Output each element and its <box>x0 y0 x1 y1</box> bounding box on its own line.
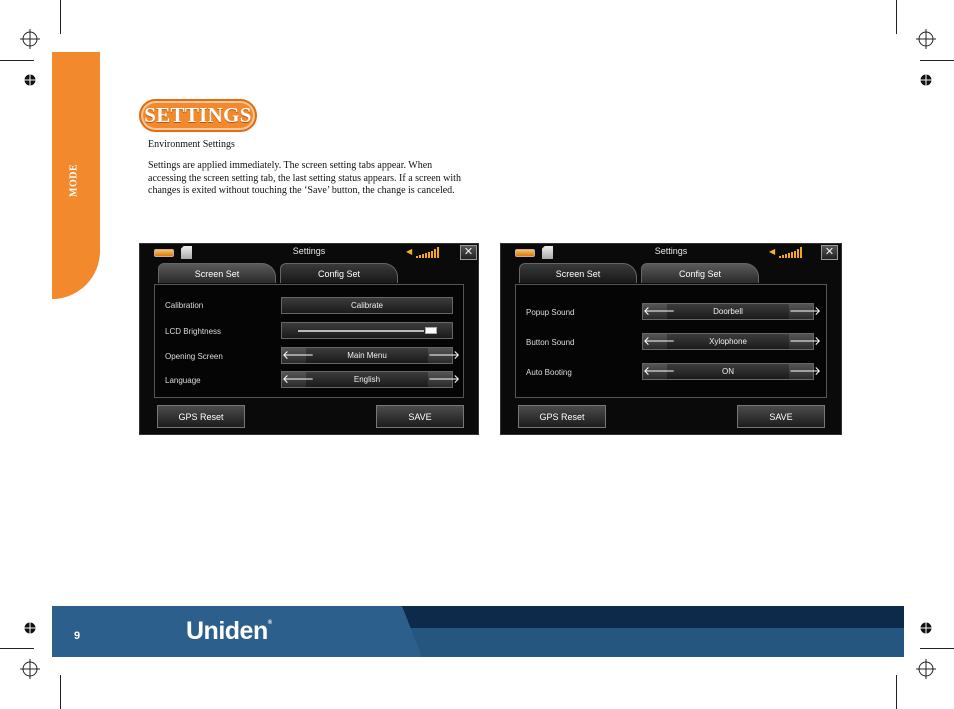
arrow-right-icon[interactable]: 🡒 <box>428 372 460 387</box>
status-bar: Settings ◀ ✕ <box>501 244 841 260</box>
save-button[interactable]: SAVE <box>376 405 464 428</box>
brightness-slider[interactable] <box>281 322 453 339</box>
screen-set-screenshot: Settings ◀ ✕ Screen Set Config Set Calib… <box>139 243 479 435</box>
crop-mark <box>920 648 954 649</box>
row-label-calibration: Calibration <box>165 301 204 310</box>
tab-screen-set[interactable]: Screen Set <box>519 263 637 283</box>
section-heading: SETTINGS <box>144 103 252 127</box>
registration-dot-icon <box>24 74 36 86</box>
brightness-slider-knob[interactable] <box>425 327 437 334</box>
chapter-side-tab-label: MODE <box>68 163 80 197</box>
signal-strength-icon <box>416 247 439 258</box>
save-button[interactable]: SAVE <box>737 405 825 428</box>
registration-dot-icon <box>920 74 932 86</box>
popup-sound-value: Doorbell <box>713 307 743 316</box>
registration-dot-icon <box>24 622 36 634</box>
auto-booting-value: ON <box>722 367 734 376</box>
arrow-right-icon[interactable]: 🡒 <box>789 364 821 379</box>
language-selector: 🡐 English 🡒 <box>281 371 460 388</box>
crop-mark <box>60 0 61 34</box>
row-label-button-sound: Button Sound <box>526 338 575 347</box>
tab-config-set[interactable]: Config Set <box>280 263 398 283</box>
button-sound-value: Xylophone <box>709 337 747 346</box>
opening-screen-value: Main Menu <box>347 351 387 360</box>
auto-booting-selector: 🡐 ON 🡒 <box>642 363 821 380</box>
registration-mark-icon <box>20 659 40 679</box>
language-value: English <box>353 375 381 384</box>
crop-mark <box>920 60 954 61</box>
arrow-right-icon[interactable]: 🡒 <box>789 304 821 319</box>
brightness-slider-track <box>298 330 424 332</box>
crop-mark <box>896 675 897 709</box>
row-label-opening-screen: Opening Screen <box>165 352 223 361</box>
config-set-screenshot: Settings ◀ ✕ Screen Set Config Set Popup… <box>500 243 842 435</box>
page-number: 9 <box>74 630 81 642</box>
arrow-right-icon[interactable]: 🡒 <box>428 348 460 363</box>
registration-mark-icon <box>916 659 936 679</box>
volume-icon: ◀ <box>406 247 413 256</box>
registered-mark: ® <box>267 620 272 626</box>
subheading: Environment Settings <box>148 139 235 150</box>
brand-name: Uniden <box>186 617 268 645</box>
signal-strength-icon <box>779 247 802 258</box>
crop-mark <box>0 648 34 649</box>
footer-band <box>400 628 904 657</box>
opening-screen-selector: 🡐 Main Menu 🡒 <box>281 347 460 364</box>
row-label-auto-booting: Auto Booting <box>526 368 572 377</box>
button-sound-selector: 🡐 Xylophone 🡒 <box>642 333 821 350</box>
calibrate-button-label: Calibrate <box>350 301 383 310</box>
registration-mark-icon <box>20 29 40 49</box>
body-paragraph: Settings are applied immediately. The sc… <box>148 160 461 196</box>
volume-icon: ◀ <box>769 247 776 256</box>
close-button[interactable]: ✕ <box>821 245 838 260</box>
crop-mark <box>60 675 61 709</box>
tab-screen-set[interactable]: Screen Set <box>158 263 276 283</box>
settings-panel: Calibration Calibrate LCD Brightness Ope… <box>154 284 464 398</box>
brand-logo: Uniden® <box>186 617 272 646</box>
row-label-popup-sound: Popup Sound <box>526 308 575 317</box>
registration-dot-icon <box>920 622 932 634</box>
popup-sound-selector: 🡐 Doorbell 🡒 <box>642 303 821 320</box>
row-label-lcd-brightness: LCD Brightness <box>165 327 222 336</box>
section-heading-badge: SETTINGS <box>139 99 257 132</box>
arrow-right-icon[interactable]: 🡒 <box>789 334 821 349</box>
crop-mark <box>896 0 897 34</box>
calibrate-button[interactable]: Calibrate <box>281 297 453 314</box>
gps-reset-button[interactable]: GPS Reset <box>518 405 606 428</box>
crop-mark <box>0 60 34 61</box>
status-bar: Settings ◀ ✕ <box>140 244 478 260</box>
gps-reset-button[interactable]: GPS Reset <box>157 405 245 428</box>
settings-panel: Popup Sound 🡐 Doorbell 🡒 Button Sound 🡐 … <box>515 284 827 398</box>
tab-config-set[interactable]: Config Set <box>641 263 759 283</box>
row-label-language: Language <box>165 376 201 385</box>
close-button[interactable]: ✕ <box>460 245 477 260</box>
registration-mark-icon <box>916 29 936 49</box>
